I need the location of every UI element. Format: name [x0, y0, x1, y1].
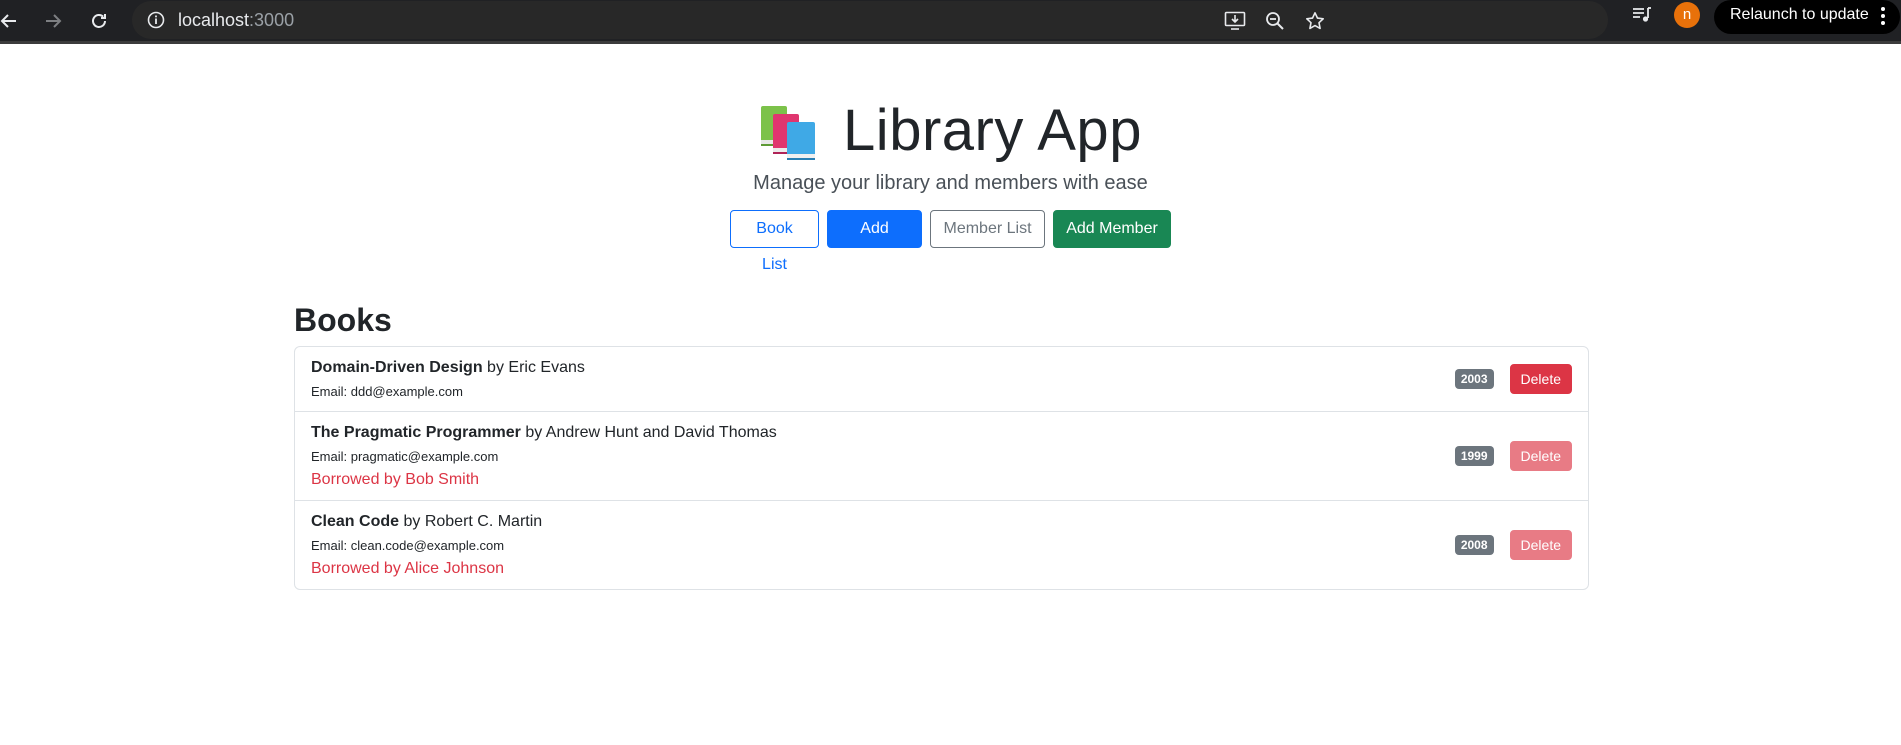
url-host: localhost — [178, 10, 250, 30]
install-app-icon[interactable] — [1222, 8, 1248, 34]
delete-button[interactable]: Delete — [1509, 441, 1572, 471]
book-title-line: Domain-Driven Design by Eric Evans — [311, 357, 1572, 379]
book-item: Clean Code by Robert C. Martin Email: cl… — [295, 500, 1588, 589]
site-info-icon[interactable] — [144, 8, 168, 32]
main-nav: Book List Add Book Member List Add Membe… — [0, 210, 1901, 273]
year-badge: 2008 — [1454, 535, 1494, 555]
bookmark-star-icon[interactable] — [1302, 8, 1328, 34]
zoom-out-icon[interactable] — [1262, 8, 1288, 34]
app-header: Library App Manage your library and memb… — [0, 96, 1901, 273]
browser-toolbar: localhost:3000 n Relaunch to update — [0, 0, 1901, 44]
book-title: Domain-Driven Design — [311, 359, 483, 376]
books-section: Books Domain-Driven Design by Eric Evans… — [294, 300, 1589, 590]
more-menu-icon[interactable] — [1880, 6, 1886, 26]
borrowed-status: Borrowed by Bob Smith — [311, 471, 480, 488]
borrowed-status: Borrowed by Alice Johnson — [311, 560, 504, 577]
book-list-button[interactable]: Book List — [730, 210, 819, 273]
year-badge: 2003 — [1454, 369, 1494, 389]
profile-avatar[interactable]: n — [1674, 2, 1700, 28]
book-item: The Pragmatic Programmer by Andrew Hunt … — [295, 411, 1588, 500]
book-item: Domain-Driven Design by Eric Evans Email… — [295, 347, 1588, 411]
relaunch-label: Relaunch to update — [1730, 6, 1869, 23]
address-bar[interactable]: localhost:3000 — [132, 1, 1608, 39]
book-actions: 2003 Delete — [1454, 364, 1572, 394]
book-title: Clean Code — [311, 513, 400, 530]
media-queue-icon[interactable] — [1629, 2, 1655, 28]
books-icon — [761, 106, 816, 160]
relaunch-button[interactable]: Relaunch to update — [1714, 0, 1900, 34]
page-subtitle: Manage your library and members with eas… — [753, 172, 1148, 194]
title-row: Library App — [0, 96, 1901, 166]
book-email: Email: clean.code@example.com — [311, 538, 505, 553]
reload-icon[interactable] — [82, 4, 116, 38]
back-arrow-icon[interactable] — [0, 4, 26, 38]
forward-arrow-icon[interactable] — [36, 4, 70, 38]
book-title: The Pragmatic Programmer — [311, 424, 521, 441]
year-badge: 1999 — [1454, 446, 1494, 466]
book-email: Email: pragmatic@example.com — [311, 449, 499, 464]
delete-button[interactable]: Delete — [1509, 364, 1572, 394]
member-list-button[interactable]: Member List — [930, 210, 1045, 248]
book-title-line: Clean Code by Robert C. Martin — [311, 511, 1572, 533]
book-author: by Robert C. Martin — [403, 513, 543, 530]
page-title: Library App — [843, 98, 1142, 163]
books-heading: Books — [294, 302, 392, 338]
delete-button[interactable]: Delete — [1509, 530, 1572, 560]
book-author: by Andrew Hunt and David Thomas — [525, 424, 777, 441]
add-member-button[interactable]: Add Member — [1053, 210, 1171, 248]
add-book-button[interactable]: Add Book — [827, 210, 922, 273]
book-actions: 2008 Delete — [1454, 530, 1572, 560]
book-actions: 1999 Delete — [1454, 441, 1572, 471]
url-port: :3000 — [249, 10, 295, 30]
book-email: Email: ddd@example.com — [311, 384, 463, 399]
book-author: by Eric Evans — [487, 359, 585, 376]
book-title-line: The Pragmatic Programmer by Andrew Hunt … — [311, 422, 1572, 444]
url-text: localhost:3000 — [178, 9, 294, 31]
book-list: Domain-Driven Design by Eric Evans Email… — [294, 346, 1589, 590]
